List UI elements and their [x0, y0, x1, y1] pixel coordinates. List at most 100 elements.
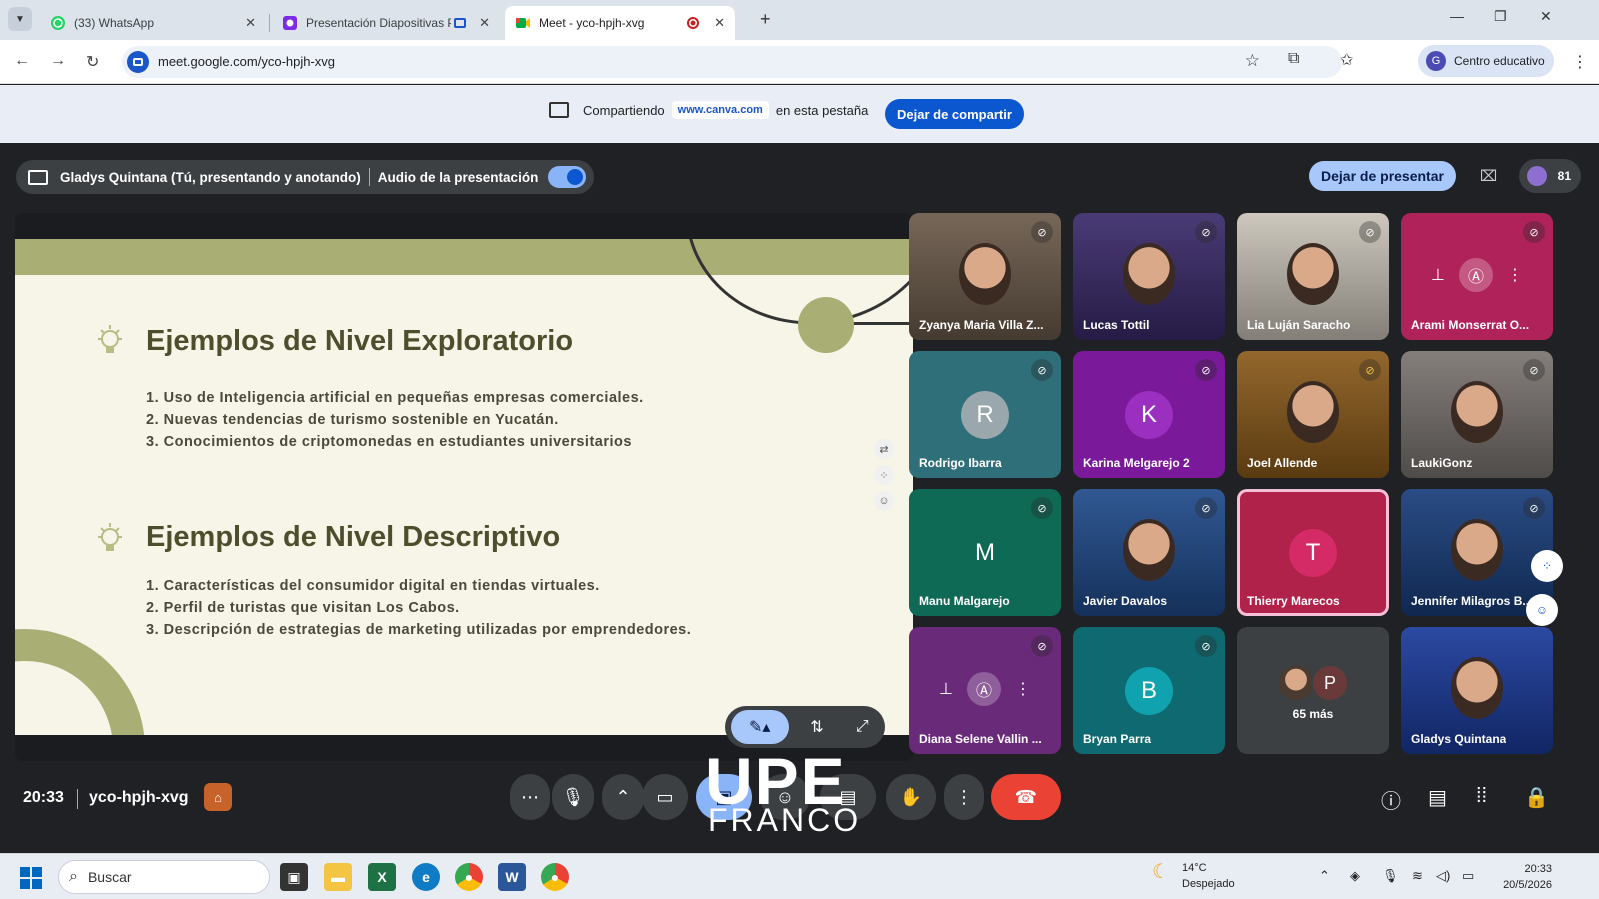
taskbar-search[interactable]: ⌕ Buscar — [58, 860, 270, 894]
floating-apps-icon[interactable]: ⁘ — [1531, 550, 1563, 582]
raise-hand-icon[interactable]: ✋ — [886, 774, 936, 820]
microphone-icon[interactable]: 🎙 — [552, 774, 594, 820]
mute-participant-icon[interactable]: Ⓐ — [1458, 258, 1493, 292]
close-tab-icon[interactable]: ✕ — [714, 15, 725, 31]
slide-decor-ring — [15, 629, 145, 735]
participant-tile-joel-allende[interactable]: ⊘ Joel Allende — [1237, 351, 1389, 478]
participant-tile-karina-melgarejo-2[interactable]: K ⊘ Karina Melgarejo 2 — [1073, 351, 1225, 478]
assistant-icon[interactable]: ☺ — [874, 491, 894, 511]
participant-tile-thierry-marecos[interactable]: T Thierry Marecos — [1237, 489, 1389, 616]
file-explorer-icon[interactable]: ▬ — [324, 863, 352, 891]
participant-tile-javier-davalos[interactable]: ⊘ Javier Davalos — [1073, 489, 1225, 616]
reload-icon[interactable]: ↻ — [86, 52, 99, 72]
security-icon[interactable]: ◈ — [1350, 868, 1360, 884]
new-tab-button[interactable]: + — [760, 9, 771, 30]
windows-start-icon[interactable] — [20, 867, 42, 889]
participant-tile-lucas-tottil[interactable]: ⊘ Lucas Tottil — [1073, 213, 1225, 340]
fullscreen-icon[interactable]: ⤢ — [845, 710, 879, 744]
host-controls-icon[interactable]: 🔒 — [1524, 785, 1549, 810]
mic-muted-icon: ⊘ — [1195, 497, 1217, 519]
participant-tile-manu-malgarejo[interactable]: M ⊘ Manu Malgarejo — [909, 489, 1061, 616]
translate-icon[interactable]: ⇄ — [874, 439, 894, 459]
more-options-icon[interactable]: ⋮ — [944, 774, 984, 820]
chat-icon[interactable]: ▤ — [1428, 785, 1447, 810]
chrome-profile-icon[interactable]: ● — [541, 863, 569, 891]
url-bar[interactable]: meet.google.com/yco-hpjh-xvg ☆ — [122, 46, 1342, 78]
floating-assistant-icon[interactable]: ☺ — [1526, 594, 1558, 626]
volume-icon[interactable]: ◁) — [1436, 868, 1450, 884]
participant-tile-bryan-parra[interactable]: B ⊘ Bryan Parra — [1073, 627, 1225, 754]
participant-tile-gladys-quintana[interactable]: Gladys Quintana — [1401, 627, 1553, 754]
participant-tile-diana-selene-vallin[interactable]: ⊥ Ⓐ ⋮ ⊘ Diana Selene Vallin ... — [909, 627, 1061, 754]
extensions-icon[interactable]: ⧉ — [1288, 50, 1299, 68]
battery-icon[interactable]: ▭ — [1462, 868, 1474, 884]
tab-search-button[interactable]: ▼ — [8, 7, 32, 31]
tab-canva[interactable]: Presentación Diapositivas P ✕ — [272, 6, 500, 40]
stop-presenting-button[interactable]: Dejar de presentar — [1309, 161, 1456, 191]
divider — [368, 168, 370, 186]
participant-tile-zyanya-maria-villa-z[interactable]: ⊘ Zyanya Maria Villa Z... — [909, 213, 1061, 340]
mic-muted-icon: ⊘ — [1359, 359, 1381, 381]
more-audio-options-button[interactable]: ⋯ — [510, 774, 550, 820]
presentation-audio-toggle[interactable] — [548, 166, 587, 188]
stop-sharing-button[interactable]: Dejar de compartir — [885, 99, 1024, 129]
host-controls-badge[interactable]: ⌂ — [204, 783, 232, 811]
wifi-icon[interactable]: ≋ — [1412, 868, 1423, 884]
browser-menu-icon[interactable]: ⋮ — [1572, 52, 1588, 72]
pen-tool-button[interactable]: ✎▴ — [730, 710, 789, 744]
weather-widget[interactable]: ☾ 14°C Despejado — [1152, 860, 1235, 892]
avatar: T — [1289, 529, 1337, 577]
participant-face — [1123, 243, 1175, 305]
chrome-icon[interactable]: ● — [455, 863, 483, 891]
camera-icon[interactable]: ▭ — [642, 774, 688, 820]
participant-tile-laukigonz[interactable]: ⊘ LaukiGonz — [1401, 351, 1553, 478]
meeting-info-icon[interactable]: ⓘ — [1381, 785, 1401, 814]
excel-icon[interactable]: X — [368, 863, 396, 891]
camera-options-button[interactable]: ⌃ — [602, 774, 644, 820]
close-tab-icon[interactable]: ✕ — [479, 15, 490, 31]
apps-icon[interactable]: ⁘ — [874, 465, 894, 485]
microphone-tray-icon[interactable]: 🎙 — [1382, 868, 1399, 884]
forward-arrow-icon[interactable]: → — [50, 52, 66, 70]
edge-icon[interactable]: e — [412, 863, 440, 891]
participant-tile-arami-monserrat-o[interactable]: ⊥ Ⓐ ⋮ ⊘ Arami Monserrat O... — [1401, 213, 1553, 340]
chevron-up-icon[interactable]: ⌃ — [1319, 868, 1330, 884]
tab-meet[interactable]: Meet - yco-hpjh-xvg ✕ — [505, 6, 735, 40]
more-participants-tile[interactable]: P 65 más — [1237, 627, 1389, 754]
presentation-stage: Ejemplos de Nivel Exploratorio 1. Uso de… — [15, 213, 913, 761]
back-arrow-icon[interactable]: ← — [14, 52, 30, 70]
participant-face — [1287, 243, 1339, 305]
bookmarks-icon[interactable]: ✩ — [1340, 50, 1353, 70]
hide-self-view-icon[interactable]: ⌧ — [1480, 167, 1497, 185]
bookmark-star-icon[interactable]: ☆ — [1245, 51, 1260, 71]
mute-participant-icon[interactable]: Ⓐ — [966, 672, 1001, 706]
tab-whatsapp[interactable]: (33) WhatsApp ✕ — [40, 6, 266, 40]
tile-more-icon[interactable]: ⋮ — [1507, 265, 1523, 285]
leave-call-button[interactable]: ☎ — [991, 774, 1061, 820]
word-icon[interactable]: W — [498, 863, 526, 891]
system-clock[interactable]: 20:33 20/5/2026 — [1498, 861, 1552, 893]
participant-name: Arami Monserrat O... — [1411, 318, 1530, 332]
tab-label: (33) WhatsApp — [74, 16, 155, 30]
pin-icon[interactable]: ⊥ — [939, 679, 953, 699]
profile-chip[interactable]: G Centro educativo — [1418, 45, 1554, 77]
pin-icon[interactable]: ⊥ — [1431, 265, 1445, 285]
slide-list-descriptive: 1. Características del consumidor digita… — [146, 575, 691, 641]
task-view-icon[interactable]: ▣ — [280, 863, 308, 891]
minimize-icon[interactable]: — — [1450, 8, 1464, 24]
temperature: 14°C — [1182, 862, 1207, 874]
participants-button[interactable]: 81 — [1519, 159, 1581, 193]
move-tool-icon[interactable]: ⇅ — [800, 710, 834, 744]
list-item: 3. Conocimientos de criptomonedas en est… — [146, 434, 632, 450]
participant-tile-rodrigo-ibarra[interactable]: R ⊘ Rodrigo Ibarra — [909, 351, 1061, 478]
maximize-icon[interactable]: ❐ — [1494, 8, 1507, 25]
activities-icon[interactable]: ⁞⁞ — [1476, 785, 1487, 808]
close-tab-icon[interactable]: ✕ — [245, 15, 256, 31]
tile-more-icon[interactable]: ⋮ — [1015, 679, 1031, 699]
site-info-icon[interactable] — [127, 51, 149, 73]
slide-decor-arc — [666, 239, 913, 345]
participant-tile-lia-luj-n-saracho[interactable]: ⊘ Lia Luján Saracho — [1237, 213, 1389, 340]
participant-face — [1451, 381, 1503, 443]
participant-tile-jennifer-milagros-b[interactable]: ⊘ Jennifer Milagros B... — [1401, 489, 1553, 616]
close-window-icon[interactable]: ✕ — [1540, 8, 1552, 25]
